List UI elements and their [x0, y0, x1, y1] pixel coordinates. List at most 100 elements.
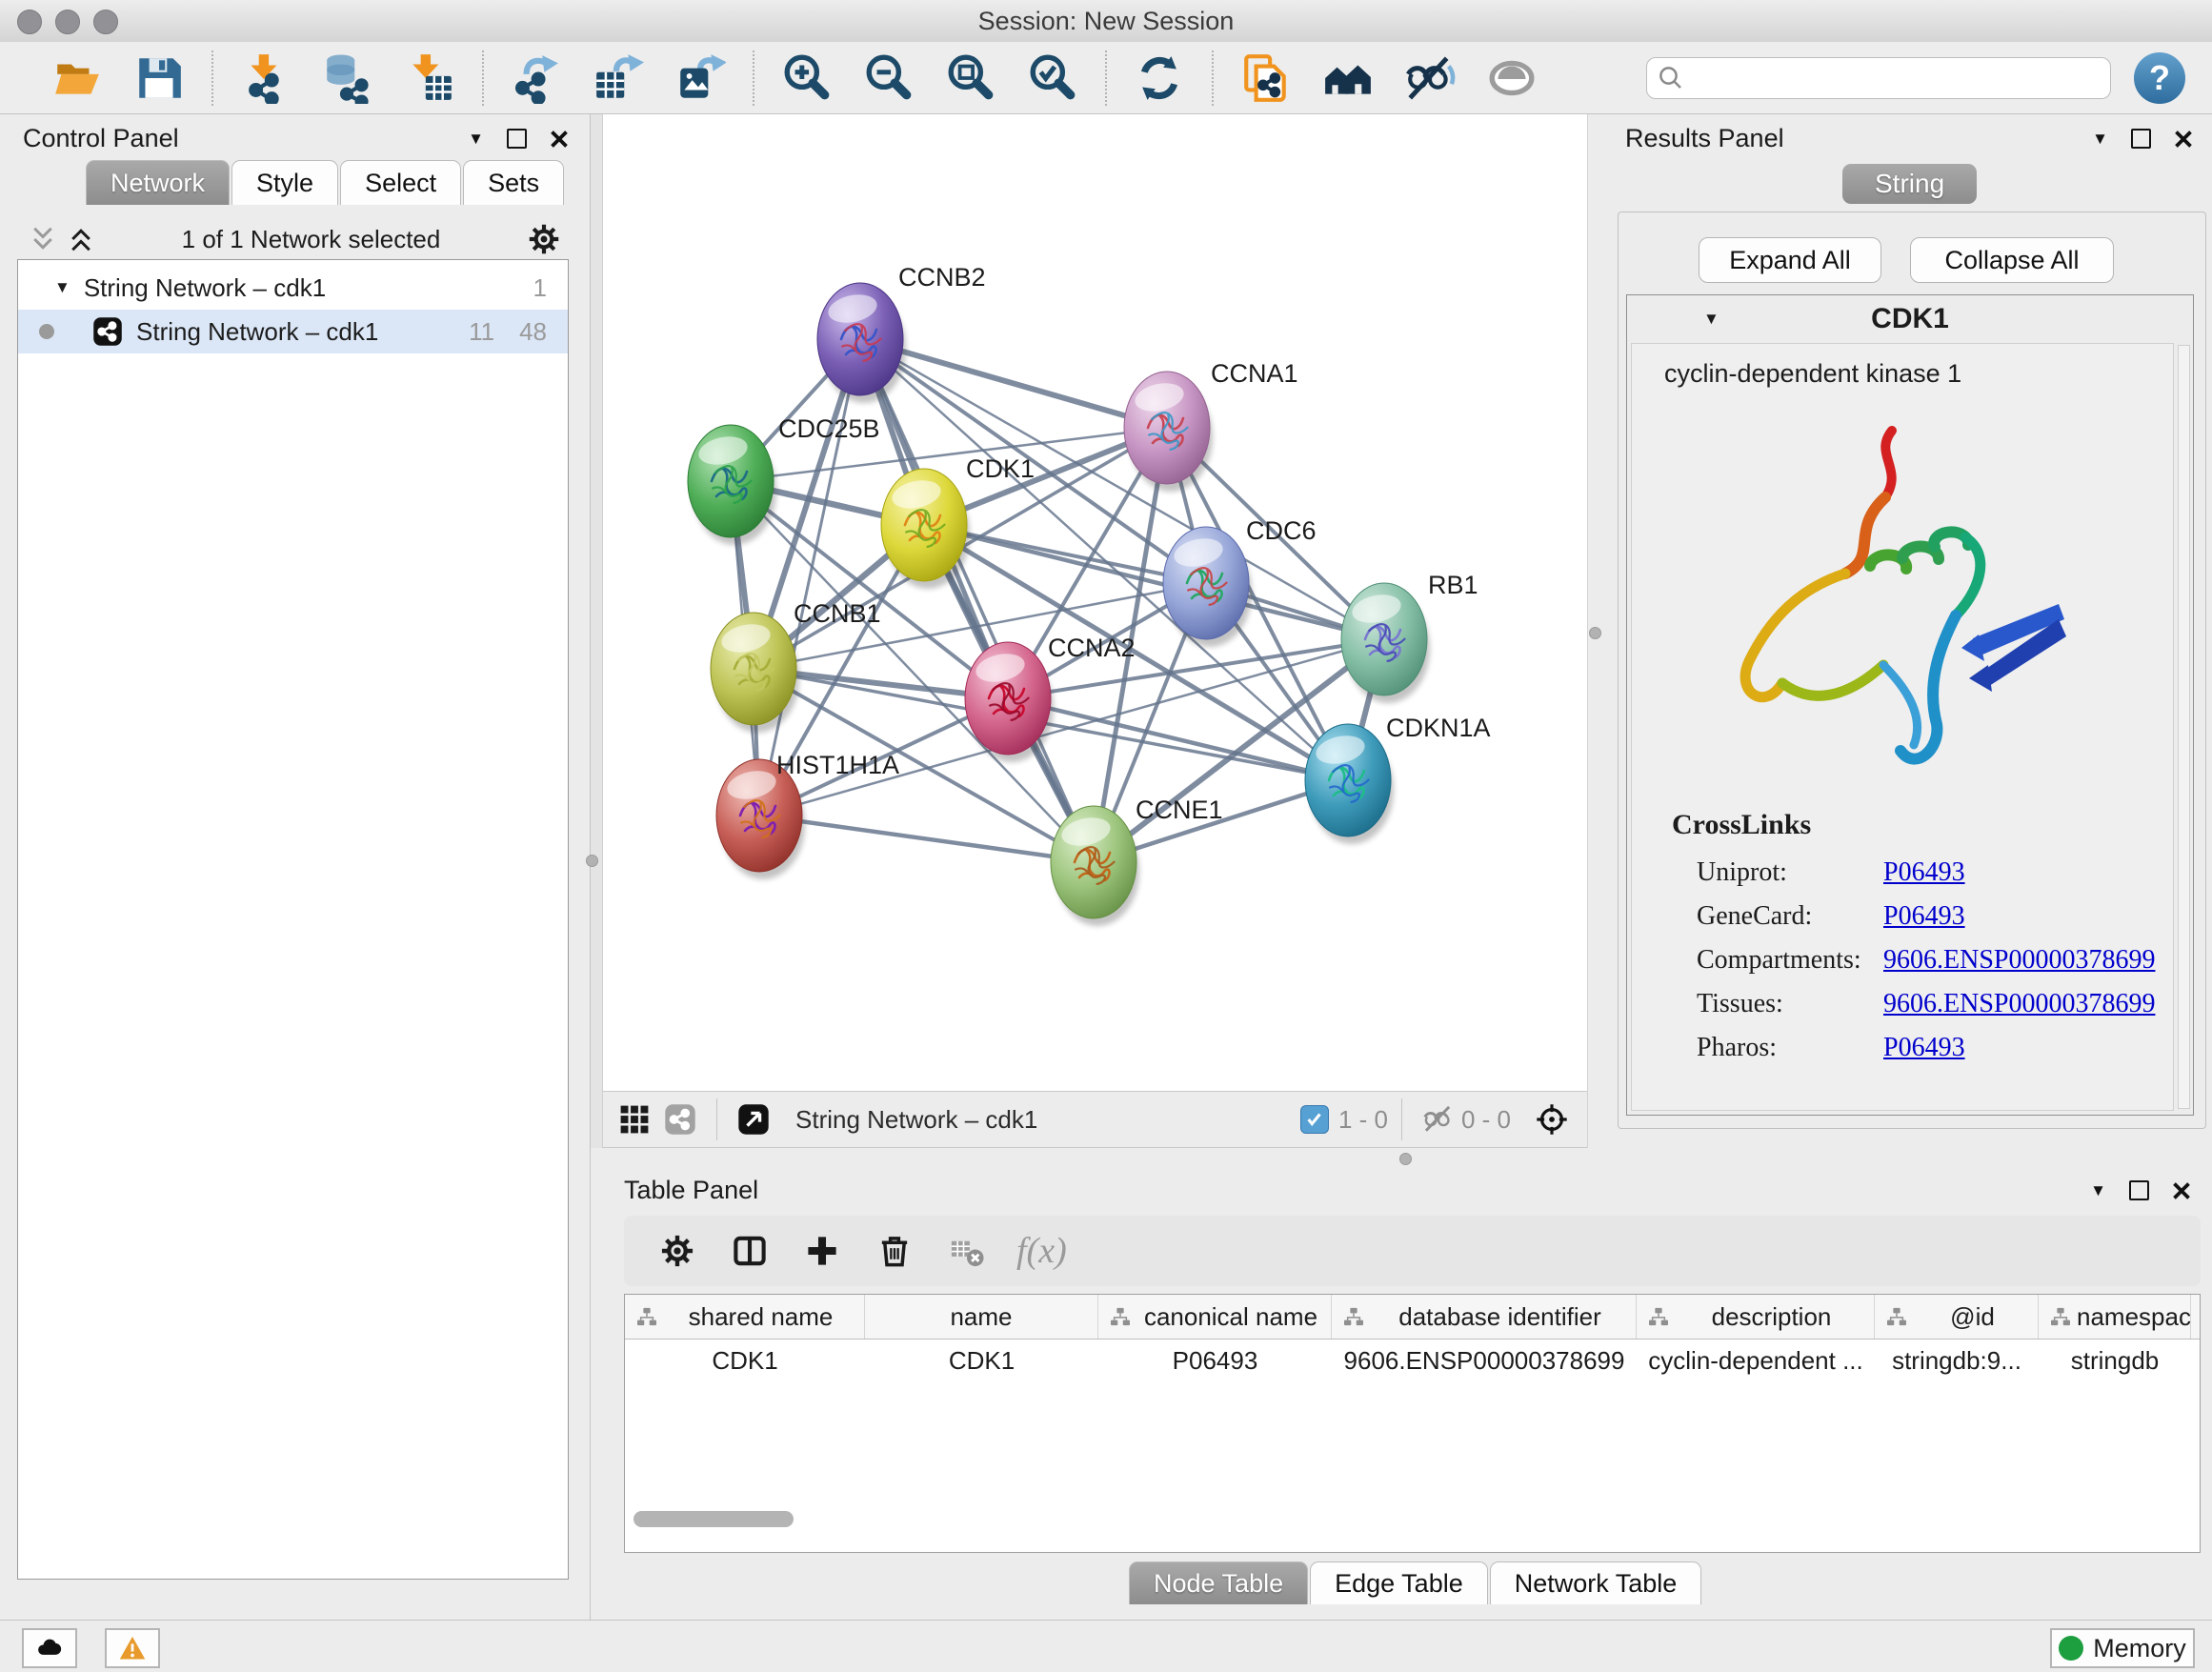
detach-view-icon[interactable] — [737, 1103, 770, 1136]
network-canvas[interactable]: CCNB2CCNA1CDC25BCDK1CDC6RB1CCNB1CCNA2CDK… — [603, 114, 1587, 1091]
column-header-name[interactable]: name — [865, 1295, 1098, 1339]
crosslink-link[interactable]: P06493 — [1883, 901, 1965, 932]
warnings-button[interactable] — [105, 1628, 160, 1668]
splitter-handle[interactable] — [1589, 627, 1601, 639]
table-header-row[interactable]: shared namenamecanonical namedatabase id… — [625, 1295, 2200, 1340]
string-copy-network-icon[interactable] — [1239, 51, 1293, 105]
refresh-layout-icon[interactable] — [1133, 51, 1186, 105]
zoom-selected-icon[interactable] — [1026, 51, 1079, 105]
crosslink-link[interactable]: P06493 — [1883, 1033, 1965, 1063]
help-button[interactable]: ? — [2134, 52, 2185, 104]
export-image-icon[interactable] — [674, 51, 727, 105]
tab-style[interactable]: Style — [231, 160, 338, 205]
network-row-selected[interactable]: String Network – cdk1 11 48 — [18, 310, 568, 353]
network-collection-row[interactable]: ▼ String Network – cdk1 1 — [18, 266, 568, 310]
crosslink-link[interactable]: 9606.ENSP00000378699 — [1883, 945, 2155, 976]
export-table-icon[interactable] — [592, 51, 645, 105]
table-row[interactable]: CDK1CDK1P064939606.ENSP00000378699cyclin… — [625, 1340, 2200, 1381]
tab-node-table[interactable]: Node Table — [1129, 1561, 1308, 1604]
tab-select[interactable]: Select — [340, 160, 461, 205]
open-session-icon[interactable] — [50, 51, 104, 105]
column-header-namespac[interactable]: namespac — [2039, 1295, 2191, 1339]
table-cell[interactable]: 9606.ENSP00000378699 — [1332, 1340, 1637, 1381]
expand-all-networks-icon[interactable] — [67, 225, 95, 253]
node-table[interactable]: shared namenamecanonical namedatabase id… — [624, 1294, 2201, 1553]
maximize-panel-icon[interactable] — [507, 129, 527, 149]
splitter-handle[interactable] — [586, 855, 598, 867]
column-header-shared-name[interactable]: shared name — [625, 1295, 865, 1339]
tab-network[interactable]: Network — [86, 160, 230, 205]
tab-network-table[interactable]: Network Table — [1490, 1561, 1702, 1604]
tab-string[interactable]: String — [1842, 164, 1977, 204]
network-node-CDC6[interactable]: CDC6 — [1163, 516, 1317, 647]
float-panel-icon[interactable]: ▼ — [2090, 1181, 2106, 1200]
table-cell[interactable]: stringdb:9... — [1875, 1340, 2039, 1381]
network-node-CCNE1[interactable]: CCNE1 — [1051, 796, 1223, 926]
tab-sets[interactable]: Sets — [463, 160, 564, 205]
delete-column-icon[interactable] — [867, 1223, 922, 1279]
string-home-icon[interactable] — [1321, 51, 1375, 105]
collapse-all-networks-icon[interactable] — [29, 225, 57, 253]
results-scrollbar[interactable] — [2178, 345, 2190, 1109]
zoom-in-icon[interactable] — [780, 51, 834, 105]
node-result-header[interactable]: ▼ CDK1 — [1627, 295, 2193, 343]
float-panel-icon[interactable]: ▼ — [468, 130, 484, 149]
import-network-from-database-icon[interactable] — [321, 51, 374, 105]
search-input[interactable] — [1685, 60, 2101, 96]
close-panel-icon[interactable] — [2172, 1181, 2191, 1200]
show-columns-icon[interactable] — [722, 1223, 777, 1279]
network-node-CCNB1[interactable]: CCNB1 — [711, 599, 881, 733]
zoom-out-icon[interactable] — [862, 51, 915, 105]
collapse-all-button[interactable]: Collapse All — [1910, 237, 2114, 283]
protein-structure-image[interactable] — [1659, 402, 2173, 799]
crosslink-link[interactable]: P06493 — [1883, 857, 1965, 888]
network-node-CCNB2[interactable]: CCNB2 — [817, 263, 986, 403]
column-header--id[interactable]: @id — [1875, 1295, 2039, 1339]
zoom-fit-icon[interactable] — [944, 51, 997, 105]
network-node-RB1[interactable]: RB1 — [1341, 571, 1478, 703]
crosslink-link[interactable]: 9606.ENSP00000378699 — [1883, 989, 2155, 1019]
table-cell[interactable]: CDK1 — [865, 1340, 1098, 1381]
search-box[interactable] — [1646, 57, 2111, 99]
network-node-CCNA2[interactable]: CCNA2 — [965, 634, 1136, 762]
add-column-icon[interactable] — [794, 1223, 850, 1279]
collection-expander-icon[interactable]: ▼ — [54, 278, 70, 297]
expand-all-button[interactable]: Expand All — [1699, 237, 1881, 283]
column-header-canonical-name[interactable]: canonical name — [1098, 1295, 1332, 1339]
close-panel-icon[interactable] — [2174, 130, 2193, 149]
memory-button[interactable]: Memory — [2050, 1628, 2195, 1668]
horizontal-splitter[interactable] — [591, 1148, 1610, 1170]
table-cell[interactable]: P06493 — [1098, 1340, 1332, 1381]
splitter-handle[interactable] — [1399, 1153, 1412, 1165]
string-eye-icon[interactable] — [1485, 51, 1538, 105]
right-splitter[interactable] — [1587, 114, 1610, 1170]
close-panel-icon[interactable] — [550, 130, 569, 149]
collapse-entry-icon[interactable]: ▼ — [1703, 310, 1719, 329]
crosshair-icon[interactable] — [1536, 1103, 1568, 1136]
table-cell[interactable]: cyclin-dependent ... — [1637, 1340, 1875, 1381]
cloud-status-button[interactable] — [22, 1628, 77, 1668]
network-node-CDKN1A[interactable]: CDKN1A — [1305, 714, 1491, 844]
column-header-description[interactable]: description — [1637, 1295, 1875, 1339]
float-panel-icon[interactable]: ▼ — [2092, 130, 2108, 149]
network-node-HIST1H1A[interactable]: HIST1H1A — [716, 751, 899, 879]
maximize-panel-icon[interactable] — [2131, 129, 2151, 149]
network-node-CDK1[interactable]: CDK1 — [881, 454, 1035, 589]
grid-view-icon[interactable] — [618, 1103, 651, 1136]
tab-edge-table[interactable]: Edge Table — [1310, 1561, 1488, 1604]
table-horizontal-scrollbar[interactable] — [633, 1511, 794, 1527]
table-cell[interactable]: stringdb — [2039, 1340, 2191, 1381]
string-hide-glasses-icon[interactable] — [1403, 51, 1457, 105]
selected-checkbox[interactable] — [1300, 1105, 1329, 1134]
import-network-icon[interactable] — [239, 51, 292, 105]
maximize-panel-icon[interactable] — [2129, 1180, 2149, 1200]
table-settings-gear-icon[interactable] — [650, 1223, 705, 1279]
network-node-CDC25B[interactable]: CDC25B — [688, 414, 880, 545]
import-table-icon[interactable] — [403, 51, 456, 105]
left-splitter[interactable] — [591, 114, 603, 1170]
network-options-gear-icon[interactable] — [527, 222, 561, 256]
network-graph[interactable]: CCNB2CCNA1CDC25BCDK1CDC6RB1CCNB1CCNA2CDK… — [603, 114, 1587, 1091]
save-session-icon[interactable] — [132, 51, 186, 105]
export-network-icon[interactable] — [510, 51, 563, 105]
column-header-database-identifier[interactable]: database identifier — [1332, 1295, 1637, 1339]
